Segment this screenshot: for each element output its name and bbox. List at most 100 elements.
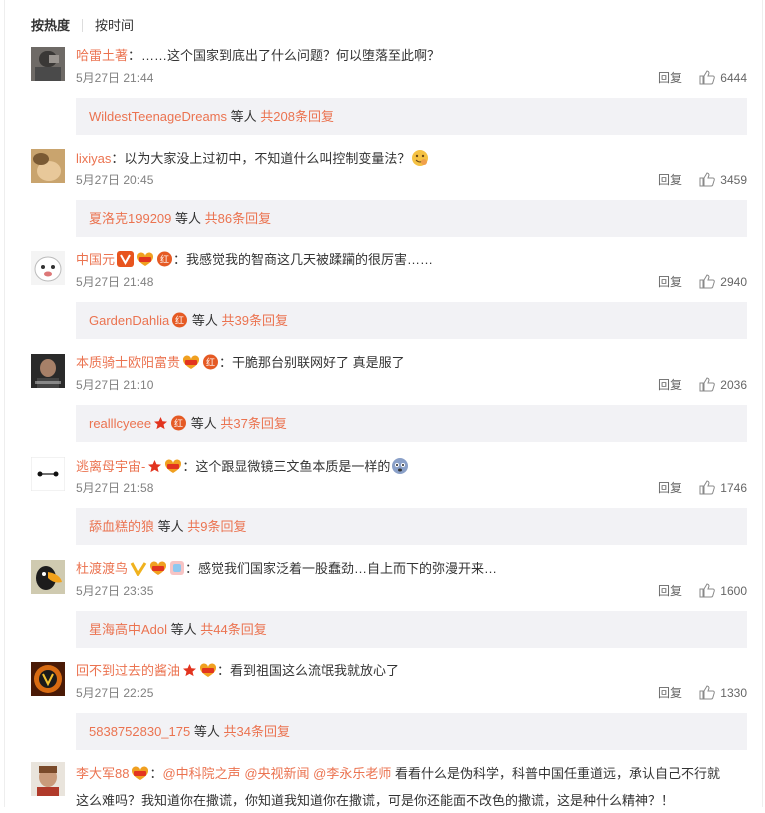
total-replies-link[interactable]: 共39条回复: [221, 313, 287, 328]
avatar[interactable]: [31, 47, 65, 81]
total-replies-link[interactable]: 共37条回复: [220, 416, 286, 431]
comment-text: 看到祖国这么流氓我就放心了: [230, 663, 400, 678]
reply-summary[interactable]: realllcyeee 红 等人 共37条回复: [76, 405, 747, 442]
comment-actions: 回复 2036: [658, 376, 747, 397]
reply-summary[interactable]: GardenDahlia 红 等人 共39条回复: [76, 302, 747, 339]
comment-actions: 回复 2940: [658, 273, 747, 294]
sticker-badge-icon: [169, 560, 185, 581]
fan-badge-icon: [149, 560, 167, 581]
comment-text: 以为大家没上过初中，不知道什么叫控制变量法？: [124, 151, 411, 166]
avatar[interactable]: [31, 762, 65, 796]
reply-button[interactable]: 回复: [658, 173, 682, 187]
reply-username-link[interactable]: WildestTeenageDreams: [89, 109, 227, 124]
sort-by-time-tab[interactable]: 按时间: [95, 18, 134, 33]
mention-link[interactable]: @中科院之声: [162, 766, 240, 781]
thumbs-up-icon: [699, 377, 716, 397]
avatar[interactable]: [31, 251, 65, 285]
others-text: 等人: [170, 622, 197, 637]
like-button[interactable]: 6444: [699, 70, 747, 85]
colon: ：: [173, 252, 187, 267]
like-button[interactable]: 1330: [699, 685, 747, 700]
fan-badge-icon: [136, 251, 154, 272]
comment-text-continued: 这么难吗？我知道你在撒谎，你知道我知道你在撒谎，可是你还能面不改色的撒谎，这是种…: [76, 793, 675, 808]
reply-summary[interactable]: 星海高中Adol 等人 共44条回复: [76, 611, 747, 648]
like-button[interactable]: 2036: [699, 377, 747, 392]
comment-time: 5月27日 23:35: [76, 584, 154, 598]
comment-meta: 5月27日 21:44 回复 6444: [76, 69, 747, 87]
reply-username-link[interactable]: 5838752830_175: [89, 724, 190, 739]
fan-badge-icon: [131, 765, 149, 789]
reply-username-link[interactable]: GardenDahlia: [89, 313, 169, 328]
comment-meta: 5月27日 21:48 回复 2940: [76, 273, 747, 291]
comment-actions: 回复 1330: [658, 684, 747, 705]
reply-button[interactable]: 回复: [658, 686, 682, 700]
avatar[interactable]: [31, 354, 65, 388]
reply-button[interactable]: 回复: [658, 275, 682, 289]
comment-time: 5月27日 21:44: [76, 71, 154, 85]
reply-button[interactable]: 回复: [658, 378, 682, 392]
like-button[interactable]: 3459: [699, 172, 747, 187]
comment-body: 杜渡渡鸟 ：感觉我们国家泛着一股蠢劲…自上而下的弥漫开来…: [76, 560, 747, 581]
like-count: 1330: [720, 686, 747, 700]
username-link[interactable]: 回不到过去的酱油: [76, 663, 180, 678]
username-link[interactable]: 逃离母宇宙-: [76, 459, 145, 474]
mention-link[interactable]: @央视新闻: [244, 766, 309, 781]
total-replies-link[interactable]: 共9条回复: [187, 519, 246, 534]
sort-by-hot-tab[interactable]: 按热度: [31, 18, 70, 33]
red-heart-badge-icon: 红: [170, 408, 187, 445]
reply-username-link[interactable]: realllcyeee: [89, 416, 151, 431]
comment-body: 回不到过去的酱油 ：看到祖国这么流氓我就放心了: [76, 662, 747, 683]
reply-summary[interactable]: 夏洛克199209 等人 共86条回复: [76, 200, 747, 237]
sort-bar: 按热度 按时间: [31, 18, 134, 34]
comment-actions: 回复 1746: [658, 479, 747, 500]
total-replies-link[interactable]: 共34条回复: [224, 724, 290, 739]
reply-username-link[interactable]: 夏洛克199209: [89, 211, 171, 226]
others-text: 等人: [193, 724, 220, 739]
like-button[interactable]: 1600: [699, 583, 747, 598]
total-replies-link[interactable]: 共44条回复: [200, 622, 266, 637]
reply-summary[interactable]: 舔血糕的狼 等人 共9条回复: [76, 508, 747, 545]
comment-actions: 回复 3459: [658, 171, 747, 192]
mention-link[interactable]: @李永乐老师: [313, 766, 391, 781]
comment-body: 中国元 红 ：我感觉我的智商这几天被蹂躏的很厉害……: [76, 251, 747, 272]
total-replies-link[interactable]: 共208条回复: [260, 109, 334, 124]
avatar[interactable]: [31, 662, 65, 696]
comment-text: 我感觉我的智商这几天被蹂躏的很厉害……: [186, 252, 434, 267]
comment-actions: 回复 6444: [658, 69, 747, 90]
comment-actions: 回复 1600: [658, 582, 747, 603]
reply-button[interactable]: 回复: [658, 584, 682, 598]
reply-button[interactable]: 回复: [658, 481, 682, 495]
reply-summary[interactable]: 5838752830_175 等人 共34条回复: [76, 713, 747, 750]
fan-badge-icon: [164, 458, 182, 479]
comment-body: lixiyas：以为大家没上过初中，不知道什么叫控制变量法？: [76, 149, 747, 172]
colon: ：: [128, 48, 142, 63]
comment-time: 5月27日 21:10: [76, 378, 154, 392]
username-link[interactable]: 哈雷土著: [76, 48, 128, 63]
reply-button[interactable]: 回复: [658, 71, 682, 85]
comment-meta: 5月27日 23:35 回复 1600: [76, 582, 747, 600]
reply-username-link[interactable]: 星海高中Adol: [89, 622, 167, 637]
username-link[interactable]: lixiyas: [76, 151, 111, 166]
svg-text:红: 红: [175, 315, 184, 327]
total-replies-link[interactable]: 共86条回复: [205, 211, 271, 226]
comment-body: 哈雷土著：……这个国家到底出了什么问题？何以堕落至此啊？: [76, 47, 747, 65]
username-link[interactable]: 本质骑士欧阳富贵: [76, 355, 180, 370]
like-button[interactable]: 2940: [699, 274, 747, 289]
reply-summary[interactable]: WildestTeenageDreams 等人 共208条回复: [76, 98, 747, 135]
username-link[interactable]: 中国元: [76, 252, 115, 267]
username-link[interactable]: 李大军88: [76, 766, 129, 781]
svg-text:红: 红: [174, 418, 183, 430]
others-text: 等人: [157, 519, 184, 534]
avatar[interactable]: [31, 149, 65, 183]
avatar[interactable]: [31, 560, 65, 594]
comment-time: 5月27日 20:45: [76, 173, 154, 187]
avatar[interactable]: [31, 457, 65, 491]
like-count: 1600: [720, 584, 747, 598]
star-badge-icon: [182, 663, 197, 683]
username-link[interactable]: 杜渡渡鸟: [76, 561, 128, 576]
colon: ：: [219, 355, 233, 370]
like-count: 2036: [720, 378, 747, 392]
comment-time: 5月27日 21:48: [76, 275, 154, 289]
reply-username-link[interactable]: 舔血糕的狼: [89, 519, 154, 534]
like-button[interactable]: 1746: [699, 480, 747, 495]
